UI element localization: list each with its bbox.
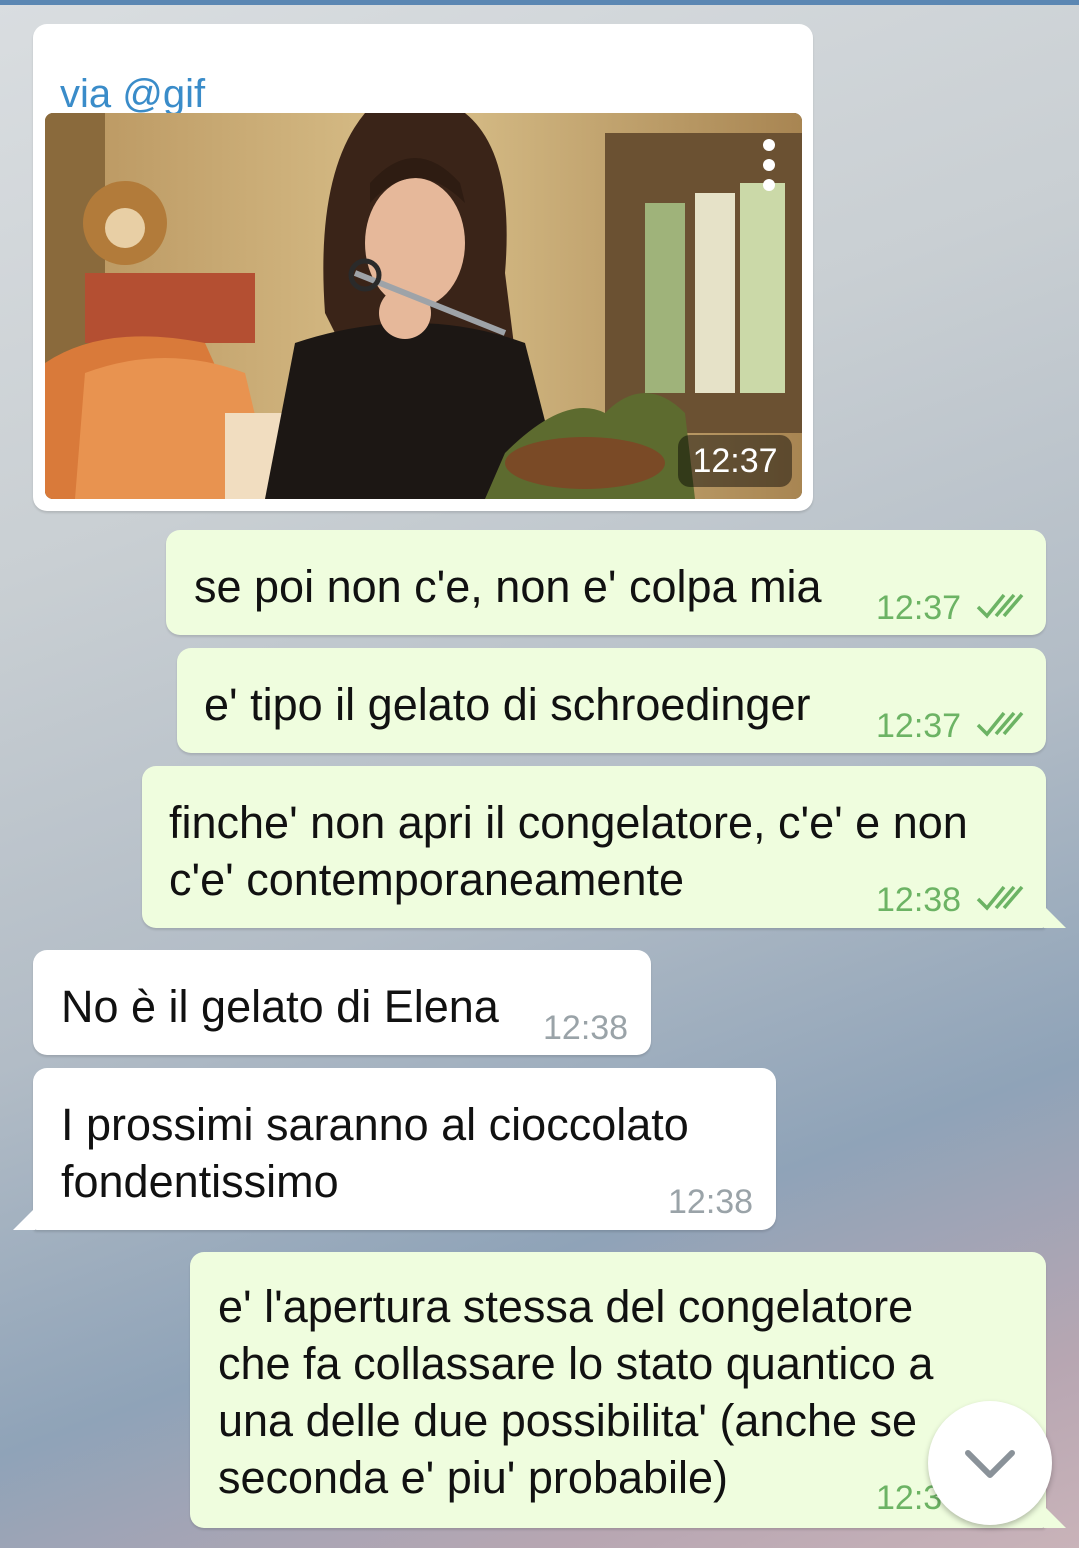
message-text: se poi non c'e, non e' colpa mia bbox=[194, 561, 822, 612]
chevron-down-icon bbox=[965, 1450, 1015, 1478]
message-time: 12:38 bbox=[668, 1183, 754, 1221]
more-vertical-icon[interactable] bbox=[762, 138, 776, 192]
via-bot-label[interactable]: via @gif bbox=[60, 69, 205, 119]
message-time: 12:38 bbox=[543, 1009, 629, 1047]
gif-time: 12:37 bbox=[692, 442, 778, 480]
message-text: finche' non apri il congelatore, c'e' e … bbox=[169, 797, 968, 905]
gif-timestamp-badge: 12:37 bbox=[678, 435, 792, 487]
message-time: 12:37 bbox=[876, 589, 962, 627]
gif-image[interactable]: 12:37 bbox=[45, 113, 802, 499]
gif-message[interactable]: via @gif 12:37 bbox=[33, 24, 813, 511]
message-text: e' tipo il gelato di schroedinger bbox=[204, 679, 811, 730]
message-bubble-outgoing[interactable]: se poi non c'e, non e' colpa mia 12:37 bbox=[166, 530, 1046, 635]
message-bubble-incoming[interactable]: No è il gelato di Elena 12:38 bbox=[33, 950, 651, 1055]
bubble-tail bbox=[13, 1208, 35, 1230]
message-bubble-outgoing[interactable]: e' tipo il gelato di schroedinger 12:37 bbox=[177, 648, 1046, 753]
message-time: 12:38 bbox=[876, 881, 962, 919]
double-check-icon bbox=[976, 593, 1024, 619]
message-text: No è il gelato di Elena bbox=[61, 981, 499, 1032]
double-check-icon bbox=[976, 711, 1024, 737]
top-bar-strip bbox=[0, 0, 1079, 5]
message-time: 12:37 bbox=[876, 707, 962, 745]
message-bubble-incoming[interactable]: I prossimi saranno al cioccolato fondent… bbox=[33, 1068, 776, 1230]
message-text: e' l'apertura stessa del congelatore che… bbox=[218, 1281, 934, 1503]
scroll-down-button[interactable] bbox=[928, 1401, 1052, 1525]
bubble-tail bbox=[1044, 906, 1066, 928]
message-bubble-outgoing[interactable]: e' l'apertura stessa del congelatore che… bbox=[190, 1252, 1046, 1528]
message-text: I prossimi saranno al cioccolato fondent… bbox=[61, 1099, 689, 1207]
double-check-icon bbox=[976, 885, 1024, 911]
message-bubble-outgoing[interactable]: finche' non apri il congelatore, c'e' e … bbox=[142, 766, 1046, 928]
